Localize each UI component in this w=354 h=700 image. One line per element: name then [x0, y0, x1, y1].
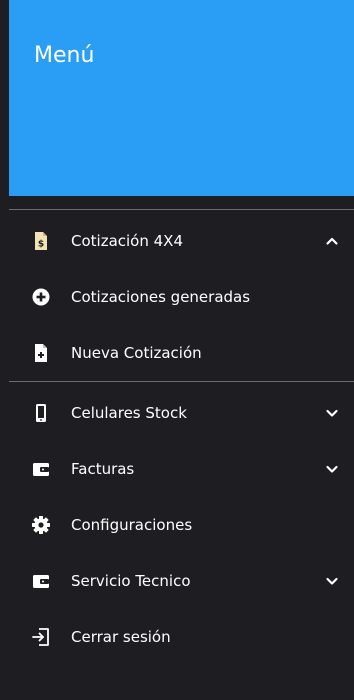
- chevron-up-icon[interactable]: [324, 233, 340, 249]
- menu-item-label: Configuraciones: [71, 516, 193, 534]
- divider: [9, 381, 354, 382]
- menu-item-celulares-stock[interactable]: Celulares Stock: [9, 385, 354, 441]
- wallet-icon: [31, 571, 51, 591]
- chevron-down-icon[interactable]: [324, 405, 340, 421]
- menu-item-label: Nueva Cotización: [71, 344, 202, 362]
- drawer-title: Menú: [34, 43, 95, 68]
- wallet-icon: [31, 459, 51, 479]
- menu-item-facturas[interactable]: Facturas: [9, 441, 354, 497]
- mobile-phone-icon: [31, 403, 51, 423]
- menu-item-label: Servicio Tecnico: [71, 572, 191, 590]
- sign-out-icon: [31, 627, 51, 647]
- menu-item-cotizaciones-generadas[interactable]: Cotizaciones generadas: [9, 269, 354, 325]
- menu-item-label: Facturas: [71, 460, 135, 478]
- gear-icon: [31, 515, 51, 535]
- chevron-down-icon[interactable]: [324, 573, 340, 589]
- menu-item-label: Cotización 4X4: [71, 232, 183, 250]
- file-plus-icon: [31, 343, 51, 363]
- menu-item-configuraciones[interactable]: Configuraciones: [9, 497, 354, 553]
- menu-item-cotizacion[interactable]: $ Cotización 4X4: [9, 213, 354, 269]
- navigation-drawer: Menú $ Cotización 4X4 Cotizaciones gener…: [0, 0, 354, 700]
- menu-item-label: Celulares Stock: [71, 404, 187, 422]
- divider: [9, 209, 354, 210]
- menu-item-cerrar-sesion[interactable]: Cerrar sesión: [9, 609, 354, 665]
- menu-item-label: Cerrar sesión: [71, 628, 171, 646]
- menu-item-servicio-tecnico[interactable]: Servicio Tecnico: [9, 553, 354, 609]
- drawer-header: Menú: [9, 0, 354, 196]
- chevron-down-icon[interactable]: [324, 461, 340, 477]
- menu-item-label: Cotizaciones generadas: [71, 288, 251, 306]
- menu-item-nueva-cotizacion[interactable]: Nueva Cotización: [9, 325, 354, 381]
- file-invoice-dollar-icon: $: [31, 231, 51, 251]
- plus-circle-icon: [31, 287, 51, 307]
- svg-text:$: $: [38, 240, 44, 250]
